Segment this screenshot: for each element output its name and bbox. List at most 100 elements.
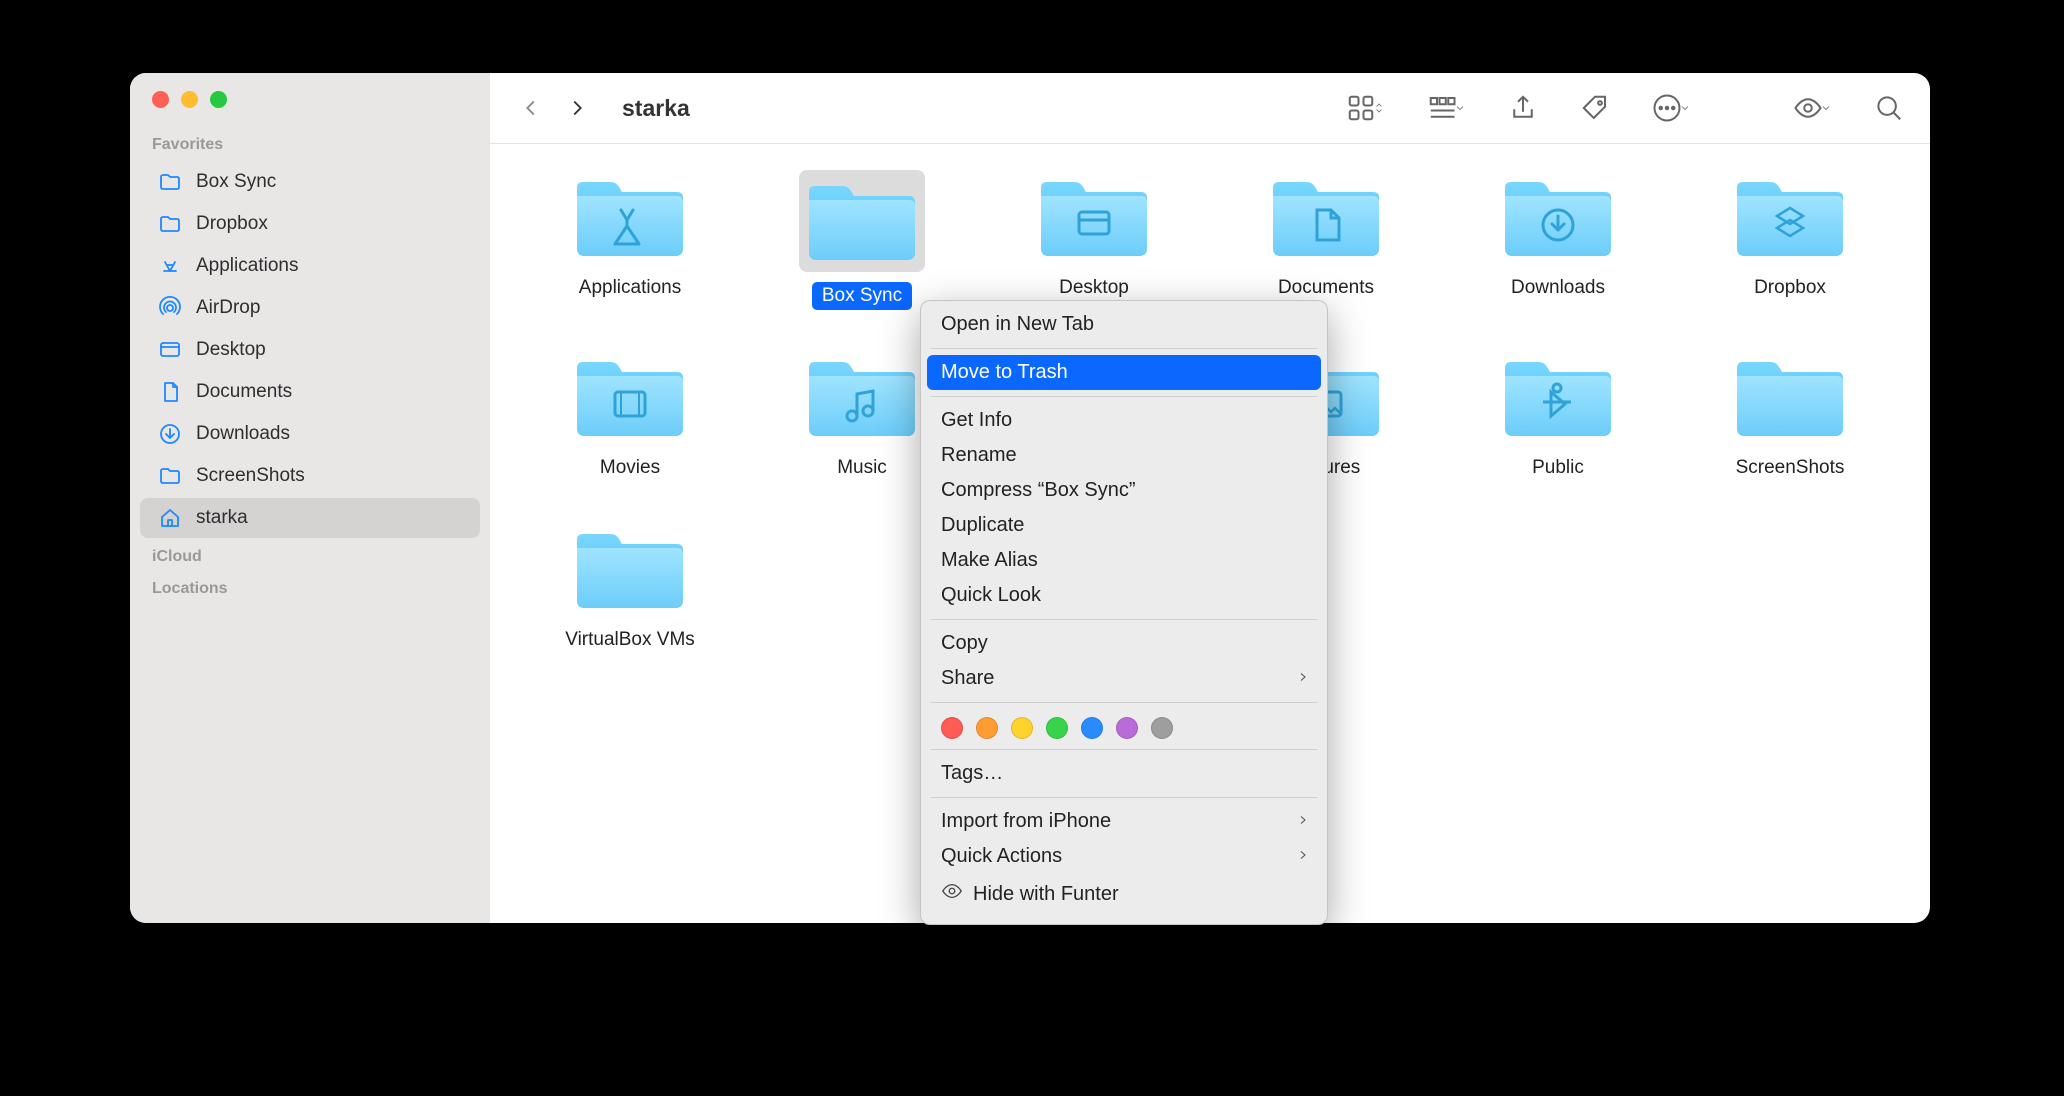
sidebar-item-airdrop[interactable]: AirDrop	[140, 288, 480, 328]
airdrop-icon	[158, 296, 182, 320]
folder-icon	[158, 464, 182, 488]
folder-item-box-sync[interactable]: Box Sync	[756, 170, 968, 310]
tags-button[interactable]	[1580, 93, 1610, 123]
chevron-right-icon	[1297, 667, 1309, 690]
context-item-copy[interactable]: Copy	[921, 626, 1327, 661]
folder-label: Box Sync	[812, 282, 912, 310]
context-item-make-alias[interactable]: Make Alias	[921, 543, 1327, 578]
folder-label: Movies	[590, 454, 670, 482]
folder-label: Documents	[1268, 274, 1384, 302]
context-item-tags[interactable]: Tags…	[921, 756, 1327, 791]
context-item-duplicate[interactable]: Duplicate	[921, 508, 1327, 543]
tag-color-dot[interactable]	[1081, 717, 1103, 739]
context-item-compress-box-sync[interactable]: Compress “Box Sync”	[921, 473, 1327, 508]
group-icon	[1427, 93, 1457, 123]
folder-label: VirtualBox VMs	[555, 626, 705, 654]
tag-color-dot[interactable]	[1046, 717, 1068, 739]
folder-item-applications[interactable]: Applications	[524, 170, 736, 310]
search-button[interactable]	[1874, 93, 1904, 123]
sidebar-item-label: Dropbox	[196, 213, 268, 235]
folder-icon	[1035, 170, 1153, 264]
tag-color-dot[interactable]	[1011, 717, 1033, 739]
sidebar-item-label: AirDrop	[196, 297, 260, 319]
folder-item-desktop[interactable]: Desktop	[988, 170, 1200, 310]
context-item-label: Rename	[941, 444, 1017, 467]
sidebar-item-screenshots[interactable]: ScreenShots	[140, 456, 480, 496]
context-item-quick-actions[interactable]: Quick Actions	[921, 839, 1327, 874]
chevron-down-icon	[1820, 93, 1832, 123]
context-item-label: Quick Actions	[941, 845, 1062, 868]
more-actions-button[interactable]	[1652, 93, 1691, 123]
tag-icon	[1580, 93, 1610, 123]
folder-label: Dropbox	[1744, 274, 1836, 302]
sidebar-item-label: Desktop	[196, 339, 266, 361]
chevron-down-icon	[1454, 93, 1466, 123]
tag-color-dot[interactable]	[941, 717, 963, 739]
forward-button[interactable]	[566, 97, 588, 119]
download-icon	[158, 422, 182, 446]
folder-icon	[799, 170, 925, 272]
context-tag-colors	[921, 709, 1327, 743]
context-item-label: Hide with Funter	[973, 883, 1119, 906]
folder-item-dropbox[interactable]: Dropbox	[1684, 170, 1896, 310]
window-zoom-button[interactable]	[210, 91, 227, 108]
context-item-label: Get Info	[941, 409, 1012, 432]
sidebar-item-label: Applications	[196, 255, 298, 277]
window-controls	[130, 91, 490, 128]
sidebar-item-starka[interactable]: starka	[140, 498, 480, 538]
sidebar-section-label: Favorites	[130, 128, 490, 160]
window-close-button[interactable]	[152, 91, 169, 108]
context-item-share[interactable]: Share	[921, 661, 1327, 696]
folder-item-movies[interactable]: Movies	[524, 350, 736, 482]
back-button[interactable]	[520, 97, 542, 119]
context-item-open-in-new-tab[interactable]: Open in New Tab	[921, 307, 1327, 342]
context-item-label: Duplicate	[941, 514, 1024, 537]
tag-color-dot[interactable]	[1151, 717, 1173, 739]
context-item-quick-look[interactable]: Quick Look	[921, 578, 1327, 613]
sidebar-item-label: Downloads	[196, 423, 290, 445]
sidebar-section-label: Locations	[130, 572, 490, 604]
folder-item-downloads[interactable]: Downloads	[1452, 170, 1664, 310]
folder-item-screenshots[interactable]: ScreenShots	[1684, 350, 1896, 482]
folder-item-public[interactable]: Public	[1452, 350, 1664, 482]
sidebar-item-documents[interactable]: Documents	[140, 372, 480, 412]
sidebar-item-label: Documents	[196, 381, 292, 403]
sidebar-item-box-sync[interactable]: Box Sync	[140, 162, 480, 202]
group-by-button[interactable]	[1427, 93, 1466, 123]
context-item-label: Make Alias	[941, 549, 1038, 572]
context-item-label: Tags…	[941, 762, 1003, 785]
folder-icon	[571, 350, 689, 444]
context-item-hide-with-funter[interactable]: Hide with Funter	[921, 874, 1327, 914]
folder-icon	[158, 170, 182, 194]
folder-icon	[803, 350, 921, 444]
folder-icon	[1731, 170, 1849, 264]
folder-label: Public	[1522, 454, 1594, 482]
folder-item-virtualbox-vms[interactable]: VirtualBox VMs	[524, 522, 736, 654]
window-minimize-button[interactable]	[181, 91, 198, 108]
folder-icon	[1267, 170, 1385, 264]
share-button[interactable]	[1508, 93, 1538, 123]
folder-label: ScreenShots	[1726, 454, 1855, 482]
grid-view-icon	[1346, 93, 1376, 123]
context-item-rename[interactable]: Rename	[921, 438, 1327, 473]
context-item-label: Move to Trash	[941, 361, 1068, 384]
context-item-import-from-iphone[interactable]: Import from iPhone	[921, 804, 1327, 839]
tag-color-dot[interactable]	[976, 717, 998, 739]
context-item-label: Share	[941, 667, 994, 690]
folder-item-documents[interactable]: Documents	[1220, 170, 1432, 310]
sidebar-item-dropbox[interactable]: Dropbox	[140, 204, 480, 244]
document-icon	[158, 380, 182, 404]
sidebar-item-applications[interactable]: Applications	[140, 246, 480, 286]
folder-label: Desktop	[1049, 274, 1139, 302]
tag-color-dot[interactable]	[1116, 717, 1138, 739]
context-item-move-to-trash[interactable]: Move to Trash	[927, 355, 1321, 390]
view-switcher[interactable]	[1346, 93, 1385, 123]
context-item-get-info[interactable]: Get Info	[921, 403, 1327, 438]
sidebar-item-desktop[interactable]: Desktop	[140, 330, 480, 370]
location-title: starka	[622, 95, 690, 122]
chevron-right-icon	[1297, 810, 1309, 833]
chevron-updown-icon	[1373, 93, 1385, 123]
sidebar-section-label: iCloud	[130, 540, 490, 572]
funter-toolbar-button[interactable]	[1793, 93, 1832, 123]
sidebar-item-downloads[interactable]: Downloads	[140, 414, 480, 454]
